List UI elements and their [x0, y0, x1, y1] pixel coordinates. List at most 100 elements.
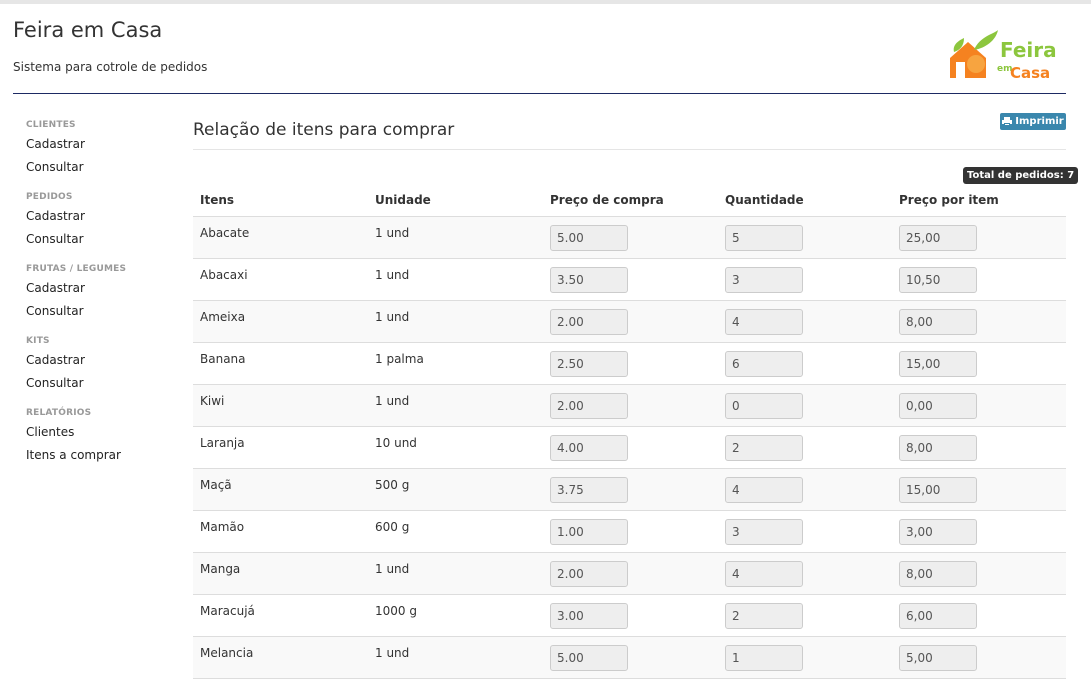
app-subtitle: Sistema para cotrole de pedidos [13, 60, 208, 74]
cell-item: Laranja [200, 436, 245, 450]
print-button[interactable]: Imprimir [1000, 113, 1066, 130]
table-cell: 15,00 [892, 343, 1066, 384]
cell-unidade: 500 g [375, 478, 410, 492]
column-header-preco-compra: Preço de compra [550, 193, 664, 207]
sidebar-item-itens-a-comprar[interactable]: Itens a comprar [26, 444, 166, 467]
quantidade-input[interactable]: 4 [725, 561, 803, 587]
sidebar-item-frutas-cadastrar[interactable]: Cadastrar [26, 277, 166, 300]
table-row: Kiwi 1 und 2.00 0 0,00 [193, 385, 1066, 427]
preco-compra-input[interactable]: 4.00 [550, 435, 628, 461]
table-cell: 8,00 [892, 553, 1066, 594]
sidebar-item-clientes-cadastrar[interactable]: Cadastrar [26, 133, 166, 156]
quantidade-input[interactable]: 2 [725, 603, 803, 629]
table-cell: 4 [718, 469, 892, 510]
cell-unidade: 1 und [375, 226, 410, 240]
cell-unidade: 1 palma [375, 352, 424, 366]
cell-item: Melancia [200, 646, 254, 660]
quantidade-input[interactable]: 4 [725, 477, 803, 503]
table-cell: 2.00 [543, 301, 718, 342]
quantidade-input[interactable]: 1 [725, 645, 803, 671]
quantidade-input[interactable]: 2 [725, 435, 803, 461]
logo-text-casa: Casa [1010, 64, 1051, 82]
preco-item-input[interactable]: 5,00 [899, 645, 977, 671]
cell-unidade: 1 und [375, 268, 410, 282]
table-cell: 4.00 [543, 427, 718, 468]
preco-compra-input[interactable]: 2.00 [550, 309, 628, 335]
preco-item-input[interactable]: 8,00 [899, 309, 977, 335]
sidebar-heading: CLIENTES [26, 120, 76, 130]
preco-item-input[interactable]: 10,50 [899, 267, 977, 293]
quantidade-input[interactable]: 6 [725, 351, 803, 377]
cell-unidade: 1 und [375, 394, 410, 408]
table-row: Banana 1 palma 2.50 6 15,00 [193, 343, 1066, 385]
table-cell: 0 [718, 385, 892, 426]
cell-item: Abacate [200, 226, 250, 240]
sidebar-item-pedidos-consultar[interactable]: Consultar [26, 228, 166, 251]
table-cell: 3 [718, 511, 892, 552]
preco-compra-input[interactable]: 2.00 [550, 393, 628, 419]
table-cell: 6,00 [892, 595, 1066, 636]
preco-item-input[interactable]: 8,00 [899, 561, 977, 587]
printer-icon [1002, 117, 1013, 126]
cell-unidade: 1 und [375, 310, 410, 324]
sidebar-item-pedidos-cadastrar[interactable]: Cadastrar [26, 205, 166, 228]
app-title: Feira em Casa [13, 18, 163, 42]
table-cell: 4 [718, 301, 892, 342]
sidebar-item-relatorios-clientes[interactable]: Clientes [26, 421, 166, 444]
table-row: Manga 1 und 2.00 4 8,00 [193, 553, 1066, 595]
table-cell: 2 [718, 595, 892, 636]
cell-item: Maracujá [200, 604, 255, 618]
preco-item-input[interactable]: 15,00 [899, 351, 977, 377]
table-cell: 3.50 [543, 259, 718, 300]
table-header: Itens Unidade Preço de compra Quantidade… [193, 186, 1066, 217]
table-row: Laranja 10 und 4.00 2 8,00 [193, 427, 1066, 469]
preco-item-input[interactable]: 25,00 [899, 225, 977, 251]
table-cell: 2 [718, 427, 892, 468]
preco-item-input[interactable]: 6,00 [899, 603, 977, 629]
preco-compra-input[interactable]: 2.50 [550, 351, 628, 377]
sidebar-section-relatorios: RELATÓRIOS Clientes Itens a comprar [26, 406, 166, 467]
preco-item-input[interactable]: 15,00 [899, 477, 977, 503]
cell-item: Banana [200, 352, 246, 366]
sidebar-item-clientes-consultar[interactable]: Consultar [26, 156, 166, 179]
sidebar-item-kits-consultar[interactable]: Consultar [26, 372, 166, 395]
table-row: Abacaxi 1 und 3.50 3 10,50 [193, 259, 1066, 301]
cell-unidade: 1 und [375, 646, 410, 660]
table-cell: 2.50 [543, 343, 718, 384]
preco-compra-input[interactable]: 3.50 [550, 267, 628, 293]
table-cell: 5,00 [892, 637, 1066, 678]
quantidade-input[interactable]: 3 [725, 267, 803, 293]
cell-item: Kiwi [200, 394, 225, 408]
table-cell: 1 [718, 637, 892, 678]
cell-item: Maçã [200, 478, 232, 492]
quantidade-input[interactable]: 5 [725, 225, 803, 251]
table-cell: 5.00 [543, 637, 718, 678]
sidebar-section-kits: KITS Cadastrar Consultar [26, 334, 166, 395]
sidebar-item-kits-cadastrar[interactable]: Cadastrar [26, 349, 166, 372]
preco-compra-input[interactable]: 1.00 [550, 519, 628, 545]
table-row: Melancia 1 und 5.00 1 5,00 [193, 637, 1066, 679]
preco-compra-input[interactable]: 2.00 [550, 561, 628, 587]
logo-fruit-icon [950, 30, 998, 78]
print-button-label: Imprimir [1015, 116, 1064, 127]
quantidade-input[interactable]: 3 [725, 519, 803, 545]
preco-compra-input[interactable]: 3.75 [550, 477, 628, 503]
preco-item-input[interactable]: 0,00 [899, 393, 977, 419]
sidebar-heading: FRUTAS / LEGUMES [26, 264, 127, 274]
column-header-unidade: Unidade [375, 193, 431, 207]
quantidade-input[interactable]: 0 [725, 393, 803, 419]
quantidade-input[interactable]: 4 [725, 309, 803, 335]
column-header-itens: Itens [200, 193, 235, 207]
preco-compra-input[interactable]: 5.00 [550, 645, 628, 671]
table-row: Mamão 600 g 1.00 3 3,00 [193, 511, 1066, 553]
preco-compra-input[interactable]: 5.00 [550, 225, 628, 251]
preco-item-input[interactable]: 3,00 [899, 519, 977, 545]
logo-text-feira: Feira [1000, 38, 1057, 62]
table-body: Abacate 1 und 5.00 5 25,00 Abacaxi 1 und 3.50 3 1… [193, 217, 1066, 679]
title-divider [193, 149, 1066, 150]
sidebar-item-frutas-consultar[interactable]: Consultar [26, 300, 166, 323]
preco-item-input[interactable]: 8,00 [899, 435, 977, 461]
top-border [0, 0, 1091, 4]
table-cell: 5 [718, 217, 892, 258]
preco-compra-input[interactable]: 3.00 [550, 603, 628, 629]
